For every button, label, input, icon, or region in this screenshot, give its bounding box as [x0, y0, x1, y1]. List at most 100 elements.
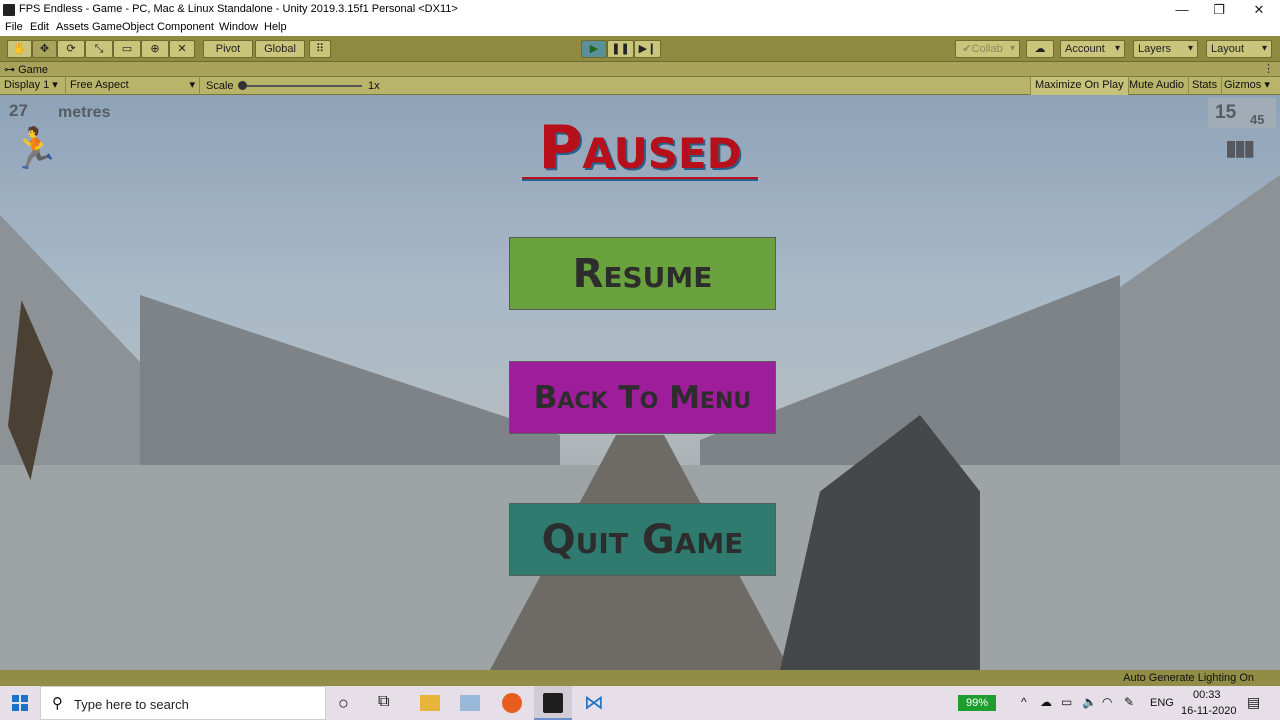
move-tool-icon[interactable]: ✥ — [32, 40, 57, 58]
bullets-icon: ▮▮▮ — [1225, 135, 1255, 160]
quit-game-button[interactable]: Quit Game — [509, 503, 776, 576]
scale-tool-icon[interactable]: ⤡ — [85, 40, 113, 58]
custom-tool-icon[interactable]: ✕ — [169, 40, 195, 58]
chevron-down-icon: ▾ — [189, 79, 195, 91]
snap-icon[interactable]: ⠿ — [309, 40, 331, 58]
display-dropdown[interactable]: Display 1 ▾ — [0, 77, 66, 95]
tab-game[interactable]: ⊶ Game — [4, 63, 48, 76]
pause-button[interactable]: ❚❚ — [607, 40, 634, 58]
distance-value: 27 — [9, 101, 28, 120]
scale-value: 1x — [368, 80, 380, 92]
menu-component[interactable]: Component — [157, 21, 214, 33]
windows-start-icon[interactable] — [12, 695, 28, 711]
gamepad-icon: ⊶ — [4, 64, 19, 76]
pen-icon[interactable]: ✎ — [1124, 695, 1134, 709]
back-to-menu-button[interactable]: Back To Menu — [509, 361, 776, 434]
ammo-total-value: 45 — [1250, 112, 1265, 127]
rect-tool-icon[interactable]: ▭ — [113, 40, 141, 58]
layers-dropdown[interactable]: Layers — [1133, 40, 1198, 58]
volume-icon[interactable]: 🔈 — [1082, 695, 1097, 709]
mute-label: Mute Audio — [1129, 79, 1185, 91]
resume-button[interactable]: Resume — [509, 237, 776, 310]
stats-toggle[interactable]: Stats — [1188, 77, 1223, 95]
maximize-label: Maximize On Play — [1035, 79, 1124, 91]
pivot-toggle[interactable]: Pivot — [203, 40, 253, 58]
unity-status-bar: Auto Generate Lighting On — [0, 670, 1280, 686]
windows-taskbar: ⚲ Type here to search ○ ⧉ ⋈ 99% ^ ☁ ▭ 🔈 … — [0, 686, 1280, 720]
battery-icon[interactable]: ▭ — [1061, 695, 1072, 709]
transform-tool-icon[interactable]: ⊕ — [141, 40, 169, 58]
firefox-icon[interactable] — [502, 693, 522, 713]
clock-date[interactable]: 16-11-2020 — [1181, 705, 1236, 717]
wifi-icon[interactable]: ◠ — [1102, 695, 1112, 709]
unity-taskbar-icon — [543, 693, 563, 713]
tab-game-label: Game — [18, 64, 49, 76]
play-button[interactable]: ▶ — [581, 40, 607, 58]
menu-bar: File Edit Assets GameObject Component Wi… — [0, 20, 1280, 36]
step-button[interactable]: ▶❙ — [634, 40, 661, 58]
game-tab-bar: ⊶ Game ⋮ — [0, 62, 1280, 77]
paused-title-underline — [522, 177, 758, 181]
global-toggle[interactable]: Global — [255, 40, 305, 58]
menu-help[interactable]: Help — [264, 21, 287, 33]
gizmos-dropdown[interactable]: Gizmos ▾ — [1220, 77, 1280, 95]
notifications-icon[interactable]: ▤ — [1247, 694, 1260, 711]
photos-icon[interactable] — [460, 695, 480, 711]
search-placeholder: Type here to search — [74, 697, 189, 712]
language-indicator[interactable]: ENG — [1150, 697, 1174, 709]
layout-dropdown[interactable]: Layout — [1206, 40, 1272, 58]
battery-value: 99% — [965, 697, 989, 709]
gizmos-label: Gizmos — [1224, 79, 1262, 91]
layout-label: Layout — [1211, 43, 1245, 55]
lighting-status: Auto Generate Lighting On — [1123, 672, 1254, 684]
minimize-icon[interactable]: — — [1167, 1, 1197, 19]
window-title-bar: FPS Endless - Game - PC, Mac & Linux Sta… — [0, 0, 1280, 20]
game-view-controls: Display 1 ▾ Free Aspect ▾ Scale 1x Maximi… — [0, 77, 1280, 95]
tab-menu-icon[interactable]: ⋮ — [1263, 62, 1274, 75]
menu-assets[interactable]: Assets — [56, 21, 89, 33]
stats-label: Stats — [1192, 79, 1218, 91]
menu-window[interactable]: Window — [219, 21, 258, 33]
unity-app-icon — [3, 4, 15, 16]
close-icon[interactable]: ✕ — [1244, 1, 1274, 19]
mute-audio-toggle[interactable]: Mute Audio — [1125, 77, 1190, 95]
maximize-icon[interactable]: ❐ — [1204, 1, 1234, 19]
menu-gameobject[interactable]: GameObject — [92, 21, 154, 33]
distance-unit: metres — [58, 104, 111, 121]
game-viewport[interactable]: 27 metres 🏃 15 45 ▮▮▮ Paused Resume Back… — [0, 95, 1280, 670]
maximize-on-play-toggle[interactable]: Maximize On Play — [1030, 77, 1129, 95]
layers-label: Layers — [1138, 43, 1172, 55]
onedrive-icon[interactable]: ☁ — [1040, 695, 1052, 709]
hand-tool-icon[interactable]: ✋ — [7, 40, 32, 58]
taskbar-search-box[interactable]: ⚲ Type here to search — [40, 686, 326, 720]
paused-title: Paused — [538, 113, 742, 183]
task-view-icon[interactable]: ⧉ — [378, 693, 398, 713]
display-label: Display 1 — [4, 79, 50, 91]
window-title: FPS Endless - Game - PC, Mac & Linux Sta… — [19, 3, 458, 15]
clock-time[interactable]: 00:33 — [1193, 689, 1221, 701]
aspect-label: Free Aspect — [70, 79, 129, 91]
scale-slider-track[interactable] — [242, 85, 362, 87]
pivot-label: Pivot — [215, 43, 241, 55]
search-icon: ⚲ — [52, 695, 63, 712]
account-dropdown[interactable]: Account — [1060, 40, 1125, 58]
file-explorer-icon[interactable] — [420, 695, 440, 711]
aspect-dropdown[interactable]: Free Aspect ▾ — [66, 77, 200, 95]
collab-dropdown[interactable]: ✔Collab — [955, 40, 1020, 58]
collab-label: Collab — [971, 43, 1003, 55]
ammo-clip-value: 15 — [1215, 102, 1237, 123]
runner-icon: 🏃 — [10, 127, 60, 171]
battery-badge[interactable]: 99% — [958, 695, 996, 711]
rotate-tool-icon[interactable]: ⟳ — [57, 40, 85, 58]
menu-file[interactable]: File — [5, 21, 23, 33]
cortana-icon[interactable]: ○ — [338, 693, 358, 713]
cloud-icon[interactable]: ☁ — [1026, 40, 1054, 58]
account-label: Account — [1065, 43, 1105, 55]
global-label: Global — [264, 43, 296, 55]
menu-edit[interactable]: Edit — [30, 21, 49, 33]
main-toolbar: ✋ ✥ ⟳ ⤡ ▭ ⊕ ✕ Pivot Global ⠿ ▶ ❚❚ ▶❙ ✔Co… — [0, 36, 1280, 62]
vscode-icon[interactable]: ⋈ — [584, 693, 604, 713]
scale-label: Scale — [206, 80, 234, 92]
scale-slider-handle[interactable] — [238, 81, 247, 90]
show-hidden-icons-icon[interactable]: ^ — [1021, 695, 1027, 709]
